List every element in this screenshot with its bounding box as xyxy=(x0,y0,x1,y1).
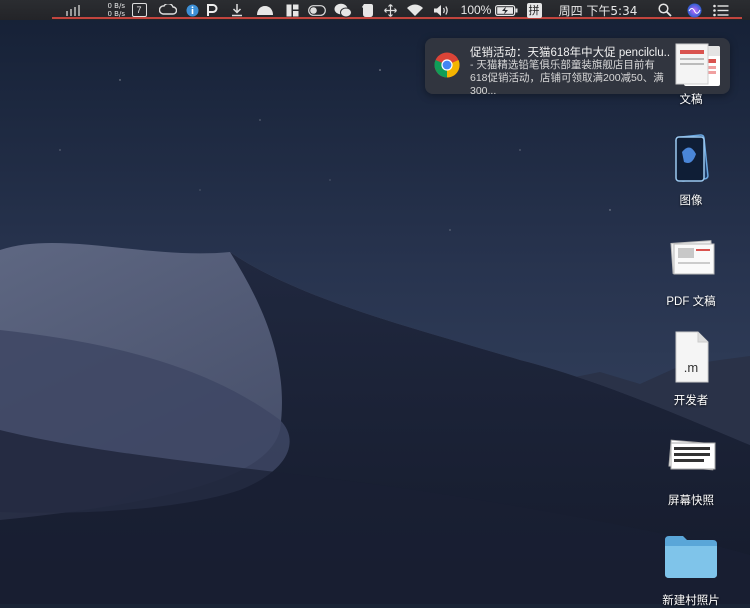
net-down-speed: 0 B/s xyxy=(107,10,126,18)
notification-title: 促销活动：天猫618年中大促 pencilclu... xyxy=(470,47,670,59)
desktop-item-label: 屏幕快照 xyxy=(668,495,714,507)
input-method-label: 拼 xyxy=(526,2,542,18)
toggle-switch-icon[interactable] xyxy=(307,1,327,19)
pdf-stack-icon xyxy=(668,234,715,286)
volume-icon[interactable] xyxy=(432,1,450,19)
notification-center-icon[interactable] xyxy=(712,1,730,19)
desktop-item-label: 文稿 xyxy=(679,94,703,106)
desktop-item-documents[interactable]: 文稿 xyxy=(646,40,736,110)
activity-bars-icon[interactable] xyxy=(64,1,82,19)
source-file-icon: .m xyxy=(668,330,714,383)
desktop-item-developer[interactable]: .m 开发者 xyxy=(646,330,736,410)
chrome-icon xyxy=(434,52,460,78)
desktop-item-screenshots[interactable]: 屏幕快照 xyxy=(646,436,736,510)
p-app-icon[interactable] xyxy=(205,1,219,19)
document-stack-icon xyxy=(668,40,714,92)
screenshot-stack-icon xyxy=(668,436,716,488)
wifi-icon[interactable] xyxy=(405,1,425,19)
cloud-dome-icon[interactable] xyxy=(254,1,276,19)
net-up-speed: 0 B/s xyxy=(107,2,126,10)
spotlight-search-icon[interactable] xyxy=(656,1,674,19)
window-layout-icon[interactable] xyxy=(285,1,299,19)
siri-icon[interactable] xyxy=(685,1,703,19)
source-file-extension: .m xyxy=(683,360,699,375)
calendar-day: 7 xyxy=(131,3,147,17)
input-method-indicator[interactable]: 拼 xyxy=(526,1,542,19)
desktop-item-label: 开发者 xyxy=(673,395,709,407)
battery-charging-icon[interactable] xyxy=(494,1,518,19)
move-arrows-icon[interactable] xyxy=(383,1,397,19)
creative-cloud-icon[interactable] xyxy=(157,1,179,19)
desktop-item-label: 图像 xyxy=(679,195,703,207)
image-stack-icon xyxy=(668,132,714,184)
desktop-item-new-folder[interactable]: 新建村照片 xyxy=(646,532,736,607)
evernote-icon[interactable] xyxy=(359,1,375,19)
menu-clock[interactable]: 周四 下午5:34 xyxy=(553,1,643,19)
download-icon[interactable] xyxy=(229,1,245,19)
notification-body: - 天猫精选铅笔俱乐部童装旗舰店目前有618促销活动，店铺可领取满200减50、… xyxy=(470,59,664,97)
folder-icon xyxy=(665,532,717,584)
desktop-item-label: 新建村照片 xyxy=(662,595,720,607)
desktop-item-label: PDF 文稿 xyxy=(666,296,716,308)
accessibility-info-icon[interactable] xyxy=(185,1,199,19)
desktop-item-images[interactable]: 图像 xyxy=(646,130,736,210)
network-speed[interactable]: 0 B/s 0 B/s xyxy=(95,1,126,19)
calendar-icon[interactable]: 7 xyxy=(131,1,147,19)
desktop-item-pdf-documents[interactable]: PDF 文稿 xyxy=(646,232,736,310)
battery-percent[interactable]: 100% xyxy=(460,1,492,19)
wechat-icon[interactable] xyxy=(333,1,353,19)
